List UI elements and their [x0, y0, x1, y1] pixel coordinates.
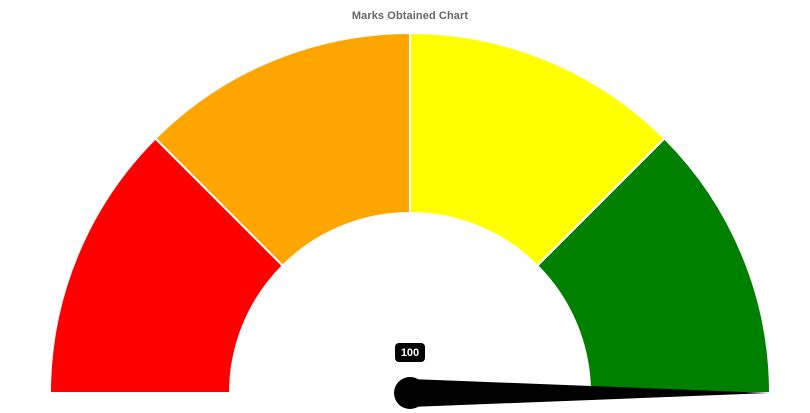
gauge-needle-hub	[394, 377, 426, 409]
value-badge: 100	[395, 343, 425, 362]
gauge-chart: 100	[48, 31, 772, 409]
gauge-segments	[48, 31, 772, 394]
value-badge-label: 100	[401, 347, 419, 359]
